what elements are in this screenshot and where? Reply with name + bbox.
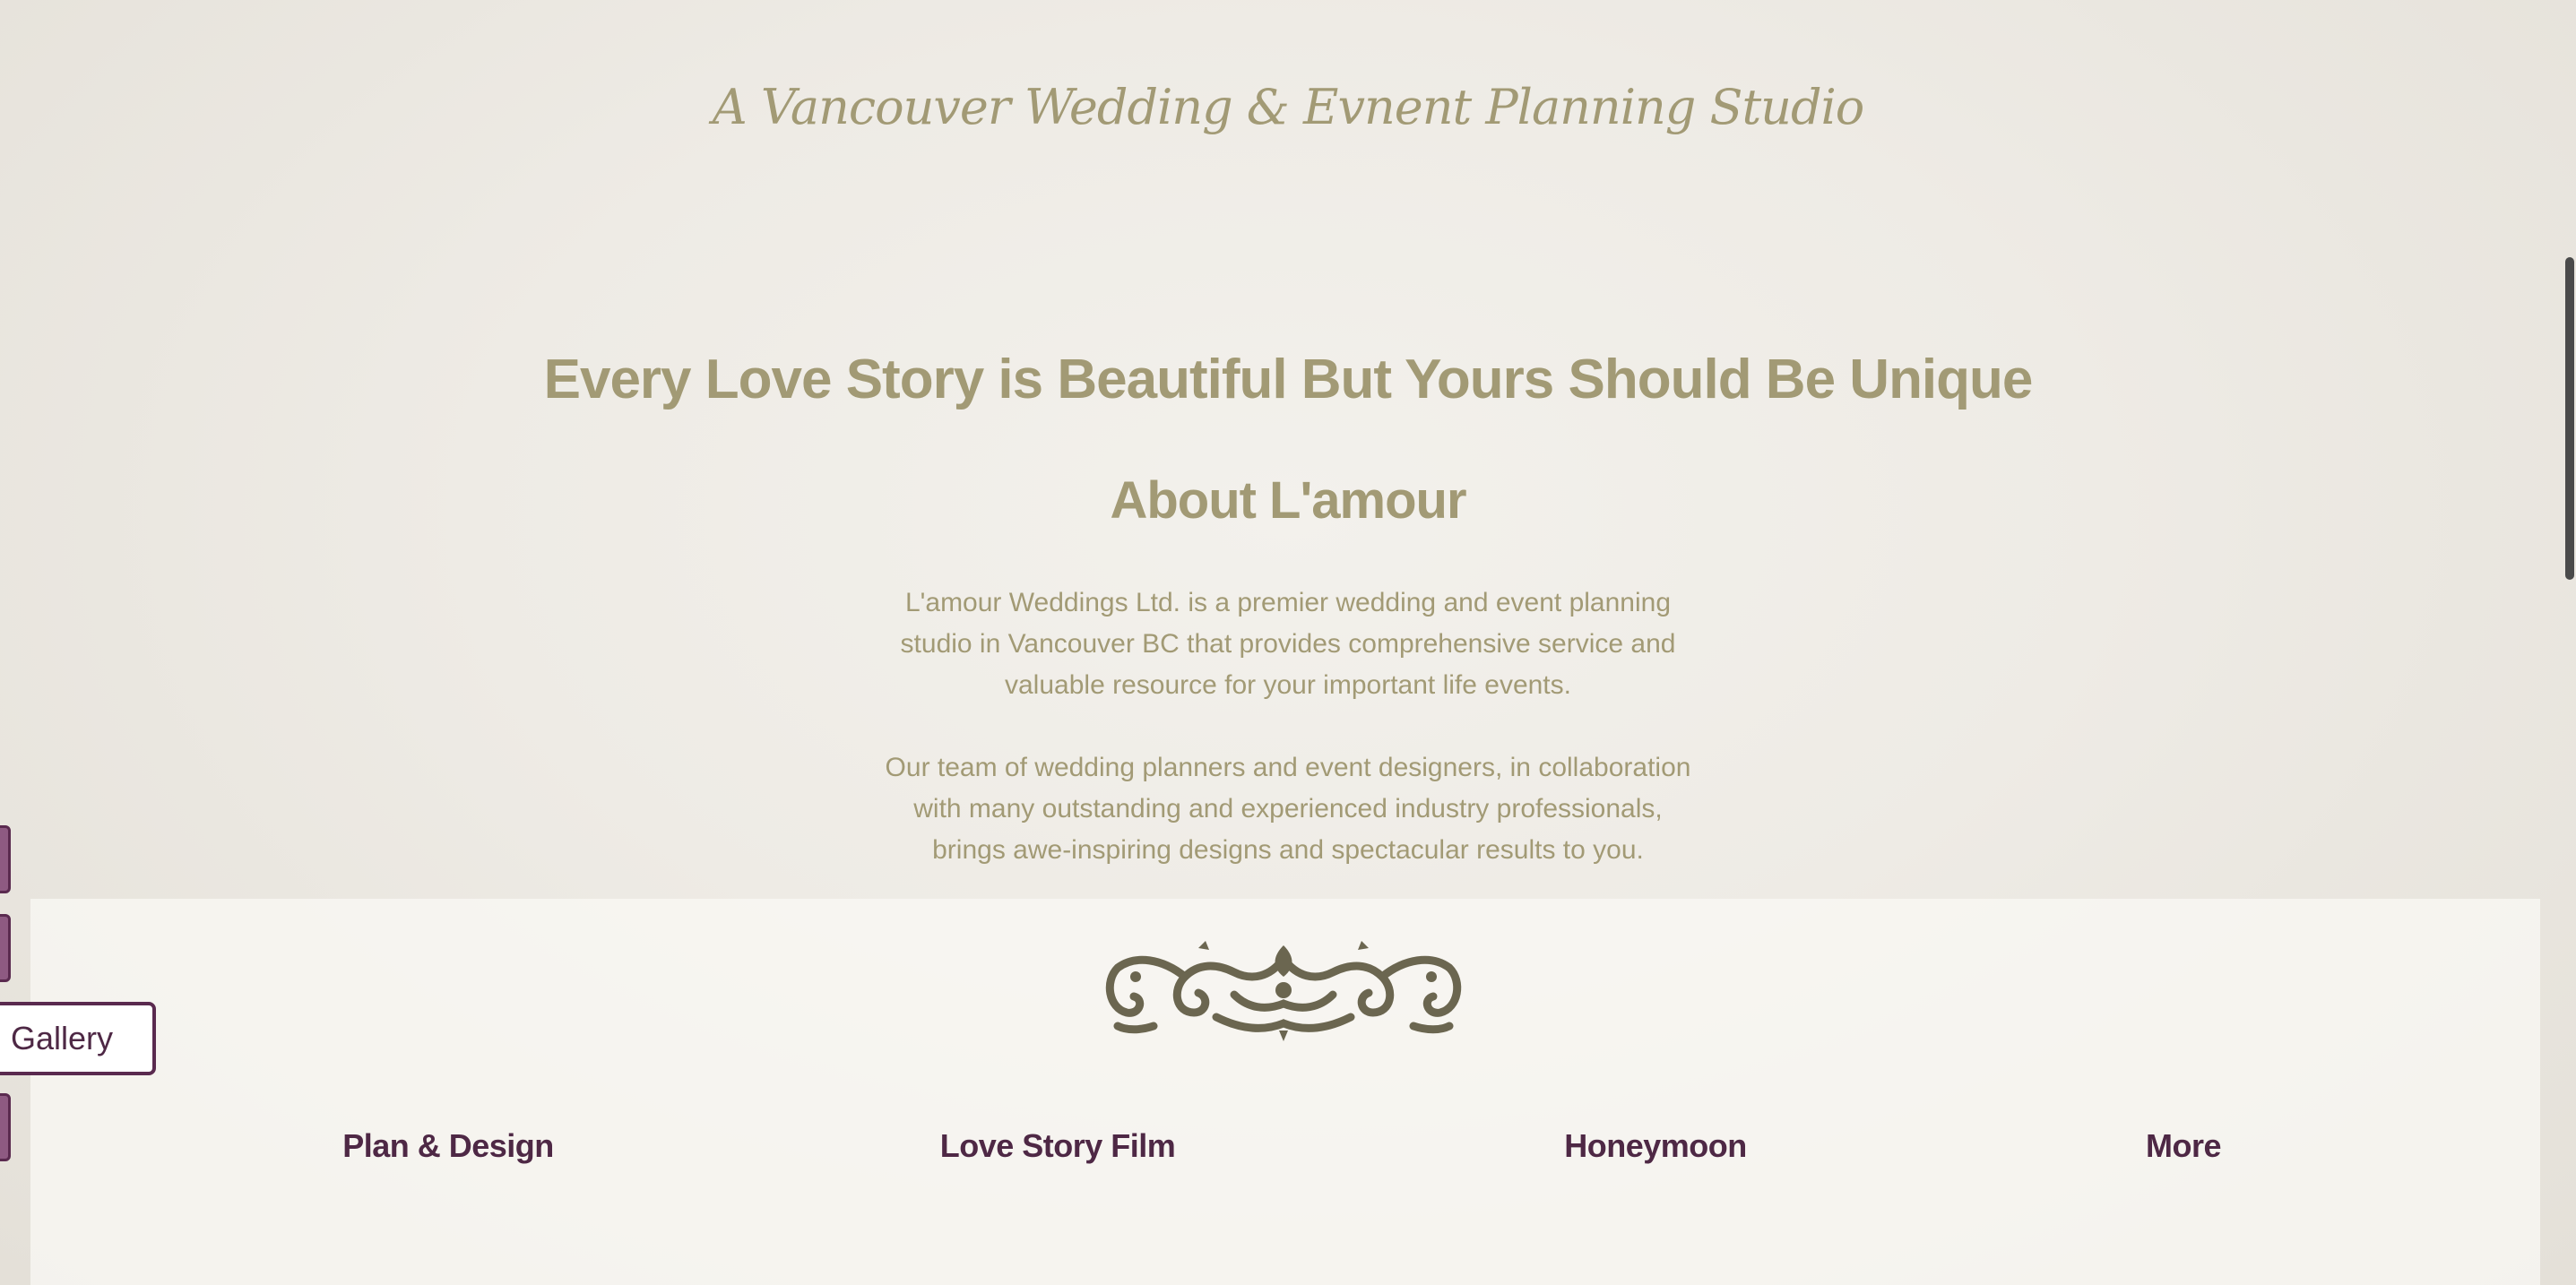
about-paragraph-2-line: with many outstanding and experienced in… — [913, 794, 1663, 824]
site-tagline: A Vancouver Wedding & Evnent Planning St… — [712, 79, 1865, 135]
about-paragraph-1: L'amour Weddings Ltd. is a premier weddi… — [807, 582, 1769, 706]
hero-headline: Every Love Story is Beautiful But Yours … — [543, 349, 2034, 410]
about-title: About L'amour — [1110, 471, 1466, 530]
scrollbar-thumb[interactable] — [2565, 257, 2574, 580]
side-nav-tab[interactable] — [0, 1093, 11, 1161]
about-paragraph-2-line: brings awe-inspiring designs and spectac… — [932, 835, 1644, 865]
scrollbar-track[interactable] — [2562, 0, 2576, 1285]
about-paragraph-1-line: valuable resource for your important lif… — [1005, 670, 1571, 700]
service-link-honeymoon[interactable]: Honeymoon — [1564, 1127, 1747, 1165]
about-paragraph-2: Our team of wedding planners and event d… — [807, 747, 1769, 871]
about-paragraph-1-line: studio in Vancouver BC that provides com… — [900, 629, 1676, 659]
flourish-ornament-icon — [1105, 941, 1462, 1041]
about-paragraph-1-line: L'amour Weddings Ltd. is a premier weddi… — [904, 588, 1672, 617]
service-link-more[interactable]: More — [2146, 1127, 2222, 1165]
page: A Vancouver Wedding & Evnent Planning St… — [0, 0, 2576, 1285]
service-link-love-story-film[interactable]: Love Story Film — [940, 1127, 1176, 1165]
about-paragraph-2-line: Our team of wedding planners and event d… — [885, 753, 1691, 782]
service-link-plan-design[interactable]: Plan & Design — [342, 1127, 554, 1165]
side-nav-tab[interactable] — [0, 914, 11, 982]
side-nav-tab[interactable] — [0, 825, 11, 893]
side-nav-gallery-tab[interactable]: Gallery — [0, 1002, 156, 1075]
